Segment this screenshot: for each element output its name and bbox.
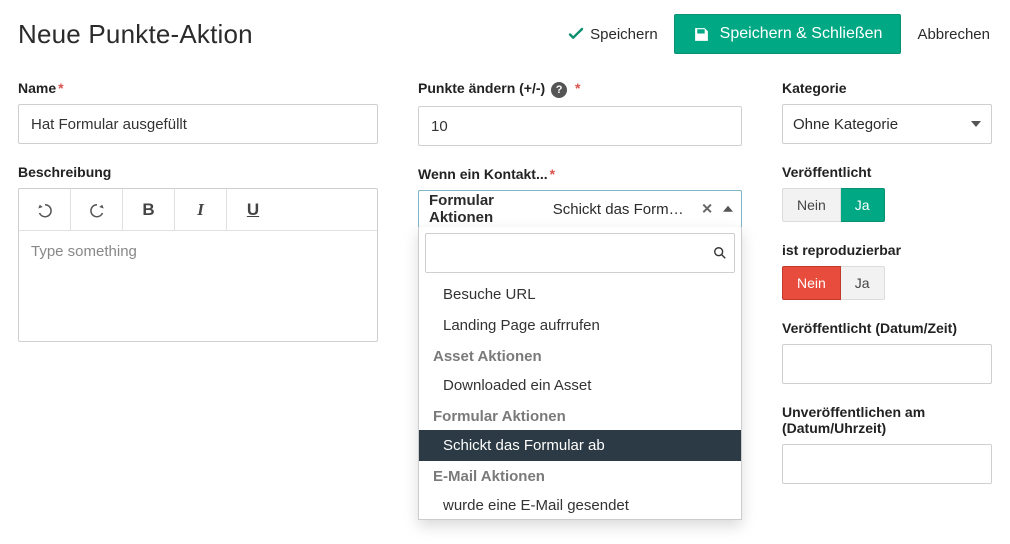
published-yes-button[interactable]: Ja (841, 188, 885, 222)
published-no-button[interactable]: Nein (782, 188, 841, 222)
category-select[interactable]: Ohne Kategorie (782, 104, 992, 144)
dropdown-item[interactable]: Schickt das Formular ab (419, 430, 741, 461)
form-columns: Name* Beschreibung B I U Type someth (18, 80, 992, 504)
category-value: Ohne Kategorie (793, 116, 898, 133)
category-label: Kategorie (782, 80, 992, 96)
clear-icon[interactable]: ✕ (701, 201, 713, 218)
unpublish-at-input[interactable] (782, 444, 992, 484)
italic-button[interactable]: I (175, 189, 227, 230)
repeatable-no-button[interactable]: Nein (782, 266, 841, 300)
check-icon (568, 26, 584, 42)
dropdown-group: Asset Aktionen (419, 341, 741, 370)
repeatable-label: ist reproduzierbar (782, 242, 992, 258)
repeatable-yes-button[interactable]: Ja (841, 266, 885, 300)
published-label: Veröffentlicht (782, 164, 992, 180)
name-input[interactable] (18, 104, 378, 144)
dropdown-group: Formular Aktionen (419, 401, 741, 430)
editor-toolbar: B I U (19, 189, 377, 231)
name-label: Name* (18, 80, 378, 96)
trigger-dropdown: Besuche URLLanding Page aufrrufenAsset A… (418, 227, 742, 520)
underline-button[interactable]: U (227, 189, 279, 230)
published-toggle: Nein Ja (782, 188, 885, 222)
required-indicator: * (550, 166, 555, 182)
floppy-icon (693, 26, 710, 43)
unpublish-at-label: Unveröffentlichen am (Datum/Uhrzeit) (782, 404, 992, 436)
save-close-label: Speichern & Schließen (720, 25, 883, 43)
required-indicator: * (575, 80, 580, 96)
points-label: Punkte ändern (+/-) ? * (418, 80, 742, 98)
trigger-select[interactable]: Formular Aktionen Schickt das Formular .… (418, 190, 742, 228)
dropdown-item[interactable]: Landing Page aufrrufen (419, 310, 741, 341)
dropdown-item[interactable]: Besuche URL (419, 279, 741, 310)
trigger-selected-label: Schickt das Formular .. (553, 201, 691, 218)
trigger-selected-group: Formular Aktionen (429, 192, 549, 226)
dropdown-item[interactable]: Downloaded ein Asset (419, 370, 741, 401)
editor-body[interactable]: Type something (19, 231, 377, 341)
save-button[interactable]: Speichern (566, 20, 660, 49)
redo-button[interactable] (71, 189, 123, 230)
chevron-down-icon (971, 121, 981, 127)
publish-at-label: Veröffentlicht (Datum/Zeit) (782, 320, 992, 336)
header-actions: Speichern Speichern & Schließen Abbreche… (566, 14, 992, 54)
column-middle: Punkte ändern (+/-) ? * Wenn ein Kontakt… (418, 80, 742, 248)
page-header: Neue Punkte-Aktion Speichern Speichern &… (18, 14, 992, 54)
dropdown-item[interactable]: wurde eine E-Mail gesendet (419, 490, 741, 519)
column-left: Name* Beschreibung B I U Type someth (18, 80, 378, 362)
dropdown-search-input[interactable] (425, 233, 735, 273)
help-icon[interactable]: ? (551, 82, 567, 98)
page-title: Neue Punkte-Aktion (18, 19, 253, 50)
cancel-button[interactable]: Abbrechen (915, 20, 992, 49)
publish-at-input[interactable] (782, 344, 992, 384)
save-close-button[interactable]: Speichern & Schließen (674, 14, 902, 54)
dropdown-list[interactable]: Besuche URLLanding Page aufrrufenAsset A… (419, 279, 741, 519)
points-input[interactable] (418, 106, 742, 146)
save-label: Speichern (590, 26, 658, 43)
bold-button[interactable]: B (123, 189, 175, 230)
column-right: Kategorie Ohne Kategorie Veröffentlicht … (782, 80, 992, 504)
richtext-editor: B I U Type something (18, 188, 378, 342)
undo-button[interactable] (19, 189, 71, 230)
chevron-up-icon (723, 206, 733, 212)
required-indicator: * (58, 80, 63, 96)
repeatable-toggle: Nein Ja (782, 266, 885, 300)
description-label: Beschreibung (18, 164, 378, 180)
dropdown-group: E-Mail Aktionen (419, 461, 741, 490)
cancel-label: Abbrechen (917, 26, 990, 43)
search-icon (713, 246, 727, 260)
trigger-label: Wenn ein Kontakt...* (418, 166, 742, 182)
